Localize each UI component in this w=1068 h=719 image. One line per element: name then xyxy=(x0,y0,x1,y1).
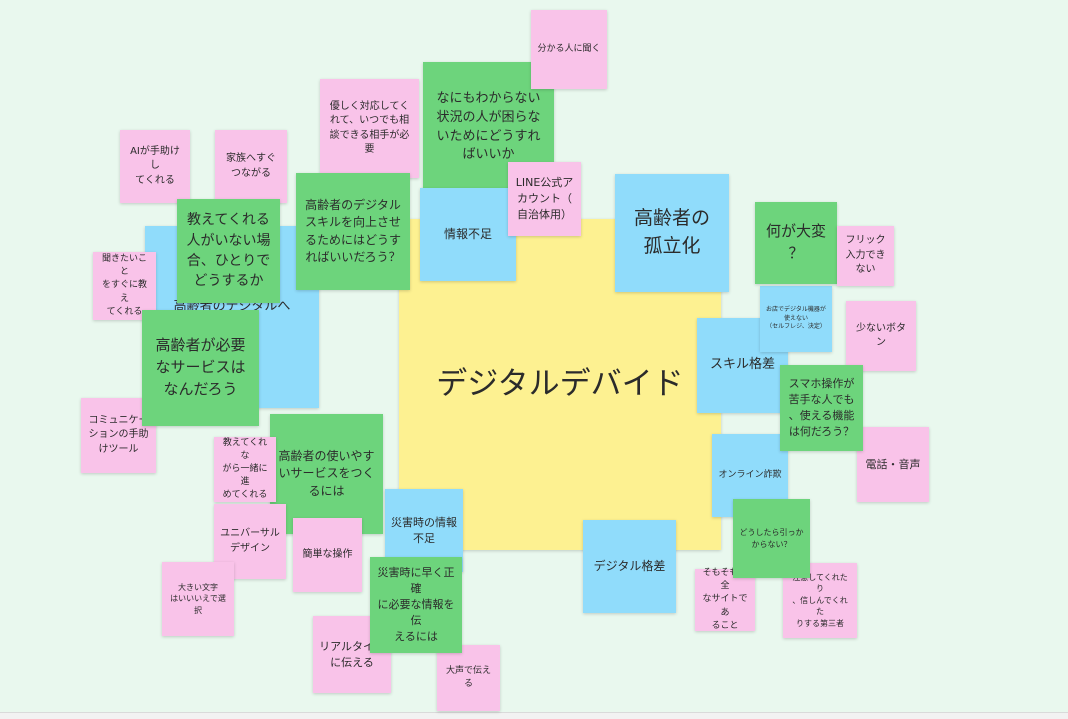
sticky-note-text: スマホ操作が 苦手な人でも 、使える機能 は何だろう？ xyxy=(788,377,855,438)
sticky-note-green[interactable]: 何が大変 ？ xyxy=(755,202,837,284)
sticky-note-text: オンライン詐欺 xyxy=(718,469,782,480)
sticky-note-text: デジタル格差 xyxy=(593,558,666,573)
sticky-note-green[interactable]: 高齢者が必要 なサービスは なんだろう xyxy=(142,310,259,426)
sticky-note-green[interactable]: 高齢者の使いやす いサービスをつく るには xyxy=(270,414,383,534)
sticky-note-text: 何が大変 ？ xyxy=(765,222,826,262)
sticky-note-pink[interactable]: 大声で伝える xyxy=(437,645,500,711)
sticky-note-green[interactable]: 災害時に早く正確 に必要な情報を伝 えるには xyxy=(370,557,462,653)
sticky-note-text: 聞きたいこと をすぐに教え てくれる xyxy=(101,254,147,317)
sticky-note-pink[interactable]: LINE公式ア カウント（ 自治体用） xyxy=(508,162,581,236)
sticky-note-text: 注意してくれたり 、信しんでくれた りする第三者 xyxy=(792,572,848,628)
sticky-note-text: 優しく対応してく れて、いつでも相 談できる相手が必 要 xyxy=(329,100,410,156)
sticky-note-text: 家族へすぐ つながる xyxy=(226,153,276,179)
sticky-note-text: 少ないボタン xyxy=(856,322,906,349)
sticky-note-pink[interactable]: フリック 入力でき ない xyxy=(837,226,894,286)
sticky-note-text: 災害時の情報 不足 xyxy=(391,515,457,545)
sticky-note-text: 教えてくれな がら一緒に進 めてくれる xyxy=(222,437,268,501)
sticky-note-text: 簡単な操作 xyxy=(302,548,353,560)
sticky-note-text: 高齢者が必要 なサービスは なんだろう xyxy=(155,336,246,398)
sticky-note-pink[interactable]: 分かる人に聞く xyxy=(531,10,607,89)
sticky-note-green[interactable]: スマホ操作が 苦手な人でも 、使える機能 は何だろう？ xyxy=(780,365,863,451)
sticky-note-text: 情報不足 xyxy=(443,226,492,241)
sticky-note-blue[interactable]: 情報不足 xyxy=(420,188,516,281)
sticky-note-blue[interactable]: お店でデジタル機器が 使えない （セルフレジ、決定） xyxy=(760,286,832,352)
sticky-note-text: デジタルデバイド xyxy=(436,366,684,403)
whiteboard-canvas[interactable]: デジタルデバイド 分かる人に聞くなにもわからない 状況の人が困らな いためにどう… xyxy=(0,0,1068,719)
sticky-note-text: どうしたら引っか からない？ xyxy=(739,527,804,549)
sticky-note-pink[interactable]: 少ないボタン xyxy=(846,301,916,371)
sticky-note-pink[interactable]: そもそも安全 なサイトであ ること xyxy=(695,568,755,631)
sticky-note-text: 高齢者の使いやす いサービスをつく るには xyxy=(278,448,375,498)
sticky-note-text: 分かる人に聞く xyxy=(537,43,601,54)
sticky-note-pink[interactable]: AIが手助けし てくれる xyxy=(120,130,190,203)
sticky-note-text: お店でデジタル機器が 使えない （セルフレジ、決定） xyxy=(766,305,826,331)
sticky-note-text: 電話・音声 xyxy=(865,457,921,471)
sticky-note-green[interactable]: 高齢者のデジタル スキルを向上させ るためにはどうす ればいいだろう？ xyxy=(296,173,410,290)
sticky-note-pink[interactable]: 大きい文字 はいいいえで選択 xyxy=(162,562,234,636)
sticky-note-text: 災害時に早く正確 に必要な情報を伝 えるには xyxy=(377,566,455,643)
sticky-note-blue[interactable]: デジタル格差 xyxy=(583,520,676,613)
sticky-note-pink[interactable]: 家族へすぐ つながる xyxy=(215,130,287,203)
sticky-note-text: 大声で伝える xyxy=(445,665,491,689)
sticky-note-pink[interactable]: 優しく対応してく れて、いつでも相 談できる相手が必 要 xyxy=(320,79,419,178)
sticky-note-text: コミュニケー ションの手助 けツール xyxy=(88,414,149,455)
sticky-note-text: スキル格差 xyxy=(709,357,775,373)
sticky-note-text: LINE公式ア カウント（ 自治体用） xyxy=(515,176,574,221)
sticky-note-text: 教えてくれる 人がいない場 合、ひとりで どうするか xyxy=(186,212,271,290)
sticky-note-text: ユニバーサル デザイン xyxy=(220,528,280,554)
sticky-note-blue[interactable]: 高齢者の 孤立化 xyxy=(615,174,729,292)
sticky-note-text: AIが手助けし てくれる xyxy=(130,145,180,186)
sticky-note-pink[interactable]: 電話・音声 xyxy=(857,427,929,502)
sticky-note-pink[interactable]: 簡単な操作 xyxy=(293,518,362,592)
sticky-note-green[interactable]: 教えてくれる 人がいない場 合、ひとりで どうするか xyxy=(177,199,280,303)
sticky-note-text: 高齢者のデジタル スキルを向上させ るためにはどうす ればいいだろう？ xyxy=(304,197,401,264)
sticky-note-text: 高齢者の 孤立化 xyxy=(633,207,710,257)
sticky-note-green[interactable]: どうしたら引っか からない？ xyxy=(733,499,810,578)
sticky-note-text: なにもわからない 状況の人が困らな いためにどうすれ ばいいか xyxy=(436,90,541,163)
sticky-note-pink[interactable]: 教えてくれな がら一緒に進 めてくれる xyxy=(214,437,276,502)
sticky-note-text: 大きい文字 はいいいえで選択 xyxy=(170,582,226,615)
bottom-scrollbar[interactable] xyxy=(0,712,1068,719)
sticky-note-text: フリック 入力でき ない xyxy=(845,235,886,276)
